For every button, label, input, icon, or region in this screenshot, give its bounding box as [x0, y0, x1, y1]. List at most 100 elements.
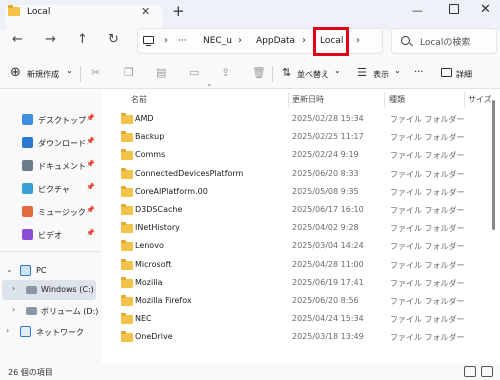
sidebar-item-windows-c[interactable]: › Windows (C:) [2, 280, 96, 300]
folder-icon [121, 258, 133, 270]
breadcrumb-appdata[interactable]: AppData [256, 36, 295, 46]
view-button[interactable]: 表示 [373, 69, 389, 80]
sidebar-item-quick[interactable]: ピクチャ 📌 [0, 179, 100, 199]
back-button[interactable]: ← [12, 33, 23, 46]
file-row[interactable]: NEC 2025/04/24 15:34 ファイル フォルダー [110, 310, 490, 328]
file-date: 2025/05/08 9:35 [292, 186, 359, 196]
file-date: 2025/03/18 13:49 [292, 332, 364, 342]
file-type: ファイル フォルダー [390, 115, 465, 124]
search-placeholder[interactable]: Localの検索 [420, 35, 470, 48]
folder-icon [8, 5, 20, 16]
sidebar-item-quick[interactable]: ダウンロード 📌 [0, 133, 100, 153]
address-sep-icon[interactable]: › [302, 35, 306, 46]
maximize-button[interactable] [449, 4, 459, 14]
chevron-right-icon[interactable]: › [12, 305, 15, 314]
file-row[interactable]: ConnectedDevicesPlatform 2025/06/20 8:33 フ… [110, 165, 490, 183]
file-type: ファイル フォルダー [390, 333, 465, 343]
sort-icon: ⇅ [282, 66, 292, 79]
rename-icon[interactable]: ▭ [189, 67, 199, 78]
file-name: Mozilla Firefox [135, 296, 192, 305]
column-divider[interactable] [288, 92, 289, 108]
toolbar-divider [80, 66, 81, 82]
file-row[interactable]: Mozilla Firefox 2025/06/20 8:56 ファイル フォルダー [110, 292, 490, 310]
forward-button[interactable]: → [45, 33, 56, 46]
file-name: NEC [135, 314, 152, 324]
chevron-right-icon[interactable]: › [12, 284, 15, 293]
chevron-right-icon[interactable]: › [6, 326, 9, 335]
tiles-view-button[interactable] [481, 366, 493, 377]
file-row[interactable]: Microsoft 2025/04/28 11:00 ファイル フォルダー [110, 256, 490, 274]
file-row[interactable]: D3DSCache 2025/06/17 16:10 ファイル フォルダー [110, 201, 490, 219]
paste-icon[interactable]: ▤ [156, 67, 166, 78]
file-row[interactable]: OneDrive 2025/03/18 13:49 ファイル フォルダー [110, 328, 490, 346]
folder-icon [121, 167, 133, 179]
folder-icon [121, 131, 133, 143]
chevron-down-icon[interactable]: ⌄ [394, 66, 401, 75]
delete-icon[interactable]: 🗑 [252, 67, 266, 78]
file-name: Backup [135, 132, 165, 142]
breadcrumb-nec-u[interactable]: NEC_u [203, 36, 232, 46]
details-view-button[interactable] [464, 366, 476, 377]
column-divider[interactable] [384, 92, 385, 108]
new-button[interactable]: 新規作成 [27, 69, 59, 80]
close-window-button[interactable]: ✕ [480, 2, 491, 17]
file-date: 2025/04/24 15:34 [292, 314, 364, 324]
scrollbar-thumb[interactable] [492, 100, 495, 230]
folder-icon [121, 204, 133, 215]
item-count: 26 個の項目 [8, 368, 53, 377]
refresh-button[interactable]: ↻ [108, 33, 119, 46]
details-pane-icon [441, 68, 452, 77]
sidebar-item-label: ピクチャ [38, 185, 70, 194]
sidebar-item-volume-d[interactable]: › ボリューム (D:) [0, 301, 100, 321]
column-divider[interactable] [464, 92, 465, 108]
sidebar-item-label: ボリューム (D:) [41, 307, 99, 316]
tab-close-button[interactable]: ✕ [141, 5, 150, 18]
minimize-button[interactable]: — [412, 4, 423, 17]
sidebar-item-label: PC [36, 266, 47, 275]
sidebar-item-label: Windows (C:) [41, 285, 94, 294]
address-sep-icon[interactable]: › [356, 35, 360, 46]
chevron-down-icon[interactable]: ⌄ [66, 66, 73, 75]
chevron-down-icon[interactable]: ⌄ [334, 66, 341, 75]
share-icon[interactable]: ⇪ [221, 67, 230, 78]
file-type: ファイル フォルダー [390, 151, 465, 161]
sort-indicator-icon: ⌃ [206, 83, 213, 92]
sidebar-item-quick[interactable]: デスクトップ 📌 [0, 110, 100, 130]
status-bar [0, 364, 500, 380]
sidebar-item-label: ドキュメント [38, 162, 86, 171]
highlight-box [313, 27, 349, 56]
sidebar-item-quick[interactable]: ミュージック 📌 [0, 202, 100, 222]
file-type: ファイル フォルダー [390, 315, 465, 325]
sidebar-item-quick[interactable]: ビデオ 📌 [0, 225, 100, 245]
sidebar-item-label: ビデオ [38, 231, 62, 240]
file-row[interactable]: AMD 2025/02/28 15:34 ファイル フォルダー [110, 110, 490, 128]
file-date: 2025/06/20 8:56 [292, 296, 359, 305]
file-type: ファイル フォルダー [390, 242, 465, 252]
up-button[interactable]: ↑ [77, 33, 88, 46]
new-tab-button[interactable]: + [172, 4, 185, 19]
details-button[interactable]: 詳細 [456, 69, 472, 80]
sort-button[interactable]: 並べ替え [297, 69, 329, 80]
folder-icon [121, 185, 133, 197]
sidebar-item-network[interactable]: › ネットワーク [0, 322, 100, 342]
sidebar-item-quick[interactable]: ドキュメント 📌 [0, 156, 100, 176]
file-row[interactable]: Lenovo 2025/03/04 14:24 ファイル フォルダー [110, 237, 490, 255]
breadcrumb-more[interactable]: ··· [178, 36, 187, 46]
file-row[interactable]: Backup 2025/02/25 11:17 ファイル フォルダー [110, 128, 490, 146]
cut-icon[interactable]: ✂ [91, 67, 100, 78]
chevron-down-icon[interactable]: ⌄ [6, 265, 13, 274]
copy-icon[interactable]: ❐ [124, 67, 134, 78]
file-name: Lenovo [135, 241, 164, 251]
file-row[interactable]: INetHistory 2025/04/02 9:28 ファイル フォルダー [110, 219, 490, 237]
sidebar-item-pc[interactable]: ⌄ PC [0, 261, 100, 281]
file-row[interactable]: Mozilla 2025/06/19 17:41 ファイル フォルダー [110, 274, 490, 292]
file-type: ファイル フォルダー [390, 206, 465, 215]
file-row[interactable]: CoreAIPlatform.00 2025/05/08 9:35 ファイル フォル… [110, 183, 490, 201]
more-options-button[interactable]: ··· [414, 67, 424, 78]
file-row[interactable]: Comms 2025/02/24 9:19 ファイル フォルダー [110, 146, 490, 164]
address-sep-icon[interactable]: › [238, 35, 242, 46]
file-name: D3DSCache [135, 205, 183, 214]
pin-icon: 📌 [86, 183, 95, 191]
file-date: 2025/03/04 14:24 [292, 241, 364, 251]
file-type: ファイル フォルダー [390, 278, 465, 288]
